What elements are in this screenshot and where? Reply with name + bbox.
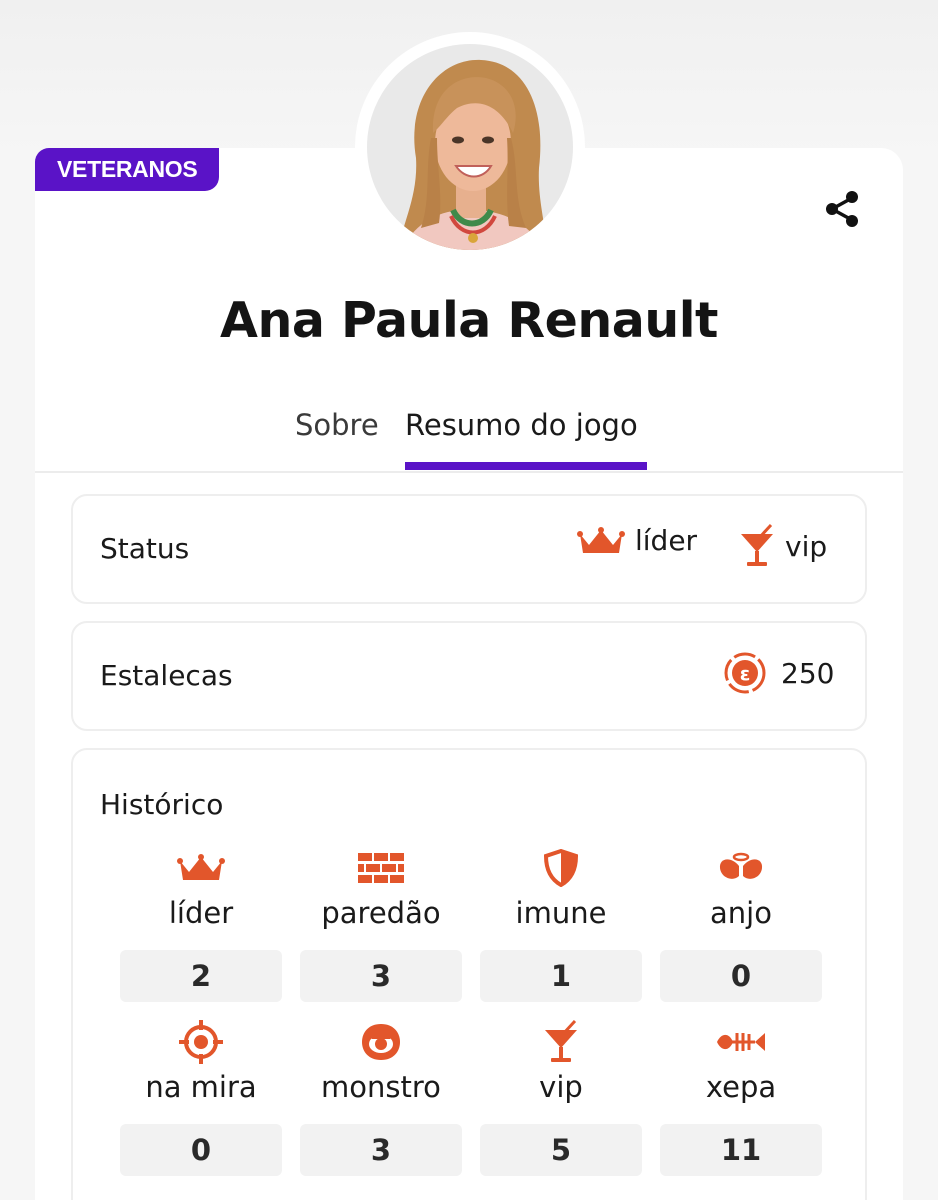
cocktail-icon bbox=[545, 1020, 577, 1062]
avatar-photo bbox=[361, 38, 579, 256]
stat-count: 1 bbox=[480, 950, 642, 1002]
participant-name: Ana Paula Renault bbox=[220, 292, 718, 349]
stat-lider: líder 2 bbox=[120, 848, 282, 1002]
stat-anjo: anjo 0 bbox=[660, 848, 822, 1002]
stat-label: líder bbox=[168, 896, 234, 930]
status-label: Status bbox=[100, 532, 190, 565]
stat-label: monstro bbox=[321, 1070, 441, 1104]
svg-text:ε: ε bbox=[740, 663, 751, 685]
stat-imune: imune 1 bbox=[480, 848, 642, 1002]
stat-count: 11 bbox=[660, 1124, 822, 1176]
stat-count: 5 bbox=[480, 1124, 642, 1176]
category-badge: VETERANOS bbox=[35, 148, 220, 191]
stat-na-mira: na mira 0 bbox=[120, 1020, 282, 1176]
stat-vip: vip 5 bbox=[480, 1020, 642, 1176]
fishbone-icon bbox=[717, 1033, 765, 1051]
historico-card: Histórico líder 2 paredão 3 imune 1 anjo… bbox=[71, 748, 867, 1200]
tab-resumo-do-jogo[interactable]: Resumo do jogo bbox=[405, 408, 638, 468]
stat-label: na mira bbox=[145, 1070, 257, 1104]
angel-icon bbox=[719, 852, 763, 879]
stat-monstro: monstro 3 bbox=[300, 1022, 462, 1176]
stat-label: vip bbox=[539, 1070, 583, 1104]
status-card: Status líder vip bbox=[71, 494, 867, 604]
estalecas-value: ε 250 bbox=[723, 651, 834, 695]
monster-eye-icon bbox=[362, 1024, 400, 1060]
stat-label: imune bbox=[515, 896, 607, 930]
cocktail-icon bbox=[741, 524, 773, 566]
estaleca-coin-icon: ε bbox=[724, 652, 766, 694]
estalecas-card: Estalecas ε 250 bbox=[71, 621, 867, 731]
stat-xepa: xepa 11 bbox=[660, 1022, 822, 1176]
status-lider: líder bbox=[577, 524, 697, 557]
stat-label: anjo bbox=[710, 896, 772, 930]
status-lider-label: líder bbox=[635, 524, 698, 557]
historico-label: Histórico bbox=[100, 788, 224, 821]
crown-icon bbox=[577, 526, 625, 553]
stat-count: 3 bbox=[300, 1124, 462, 1176]
stat-count: 0 bbox=[660, 950, 822, 1002]
tab-bar: Sobre Resumo do jogo bbox=[35, 400, 903, 473]
stat-label: paredão bbox=[321, 896, 441, 930]
share-icon[interactable] bbox=[822, 188, 864, 230]
estalecas-amount: 250 bbox=[781, 656, 835, 690]
tab-sobre[interactable]: Sobre bbox=[295, 408, 379, 468]
stat-count: 3 bbox=[300, 950, 462, 1002]
estalecas-label: Estalecas bbox=[100, 659, 233, 692]
status-vip: vip bbox=[739, 524, 827, 568]
status-vip-label: vip bbox=[785, 529, 828, 563]
participant-page: VETERANOS Ana Paula Renault Sobre Resumo… bbox=[0, 0, 938, 1200]
stat-count: 0 bbox=[120, 1124, 282, 1176]
active-tab-indicator bbox=[405, 462, 647, 470]
target-icon bbox=[179, 1020, 223, 1064]
brick-wall-icon bbox=[358, 853, 404, 883]
avatar bbox=[361, 38, 579, 256]
crown-icon bbox=[177, 854, 225, 880]
stat-count: 2 bbox=[120, 950, 282, 1002]
stat-label: xepa bbox=[705, 1070, 777, 1104]
stat-paredao: paredão 3 bbox=[300, 848, 462, 1002]
shield-icon bbox=[544, 849, 578, 887]
